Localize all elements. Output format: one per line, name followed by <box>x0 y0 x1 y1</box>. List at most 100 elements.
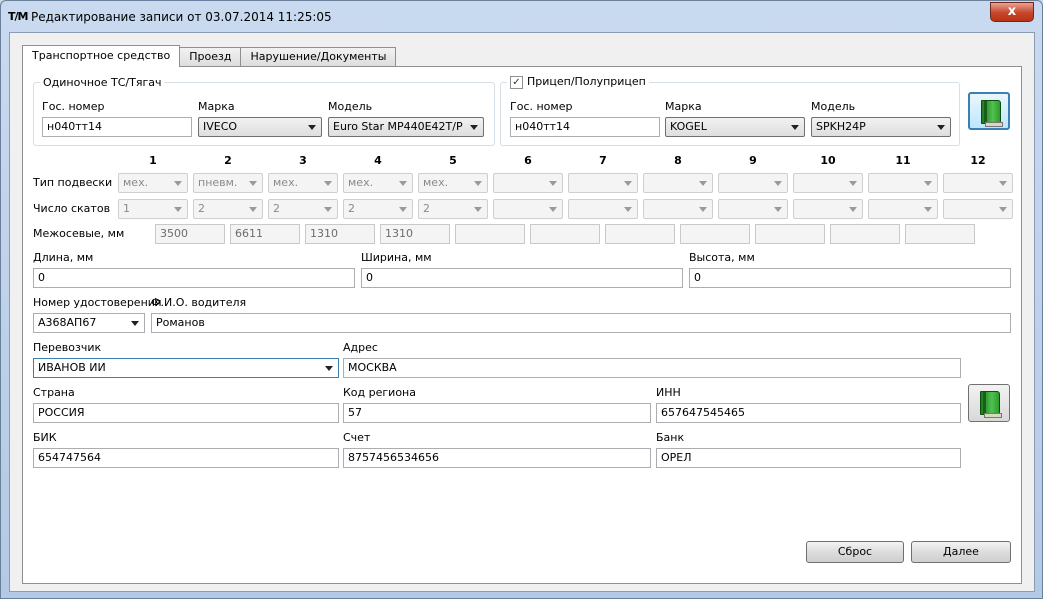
length-input[interactable]: 0 <box>33 268 355 288</box>
license-value: А368АП67 <box>38 316 97 329</box>
next-button[interactable]: Далее <box>911 541 1011 563</box>
axle-column-number: 8 <box>674 154 682 167</box>
axle-column-number: 4 <box>374 154 382 167</box>
carrier-value: ИВАНОВ ИИ <box>38 361 106 374</box>
axle-spacing-input[interactable] <box>755 224 825 244</box>
suspension-select[interactable]: мех. <box>343 173 413 193</box>
tractor-make-select[interactable]: IVECO <box>198 117 322 137</box>
chevron-down-icon <box>174 181 182 186</box>
wheels-select[interactable] <box>643 199 713 219</box>
tractor-plate-label: Гос. номер <box>42 100 105 113</box>
axle-spacing-input[interactable] <box>905 224 975 244</box>
tab-vehicle[interactable]: Транспортное средство <box>22 45 181 67</box>
chevron-down-icon <box>474 181 482 186</box>
inn-input[interactable]: 657647545465 <box>656 403 961 423</box>
wheels-select[interactable]: 2 <box>343 199 413 219</box>
carrier-select[interactable]: ИВАНОВ ИИ <box>33 358 339 378</box>
wheels-select[interactable]: 2 <box>268 199 338 219</box>
wheels-value: 2 <box>273 202 280 215</box>
wheels-select[interactable]: 2 <box>418 199 488 219</box>
wheels-select[interactable]: 1 <box>118 199 188 219</box>
suspension-value: мех. <box>123 176 149 189</box>
chevron-down-icon <box>849 181 857 186</box>
chevron-down-icon <box>325 366 333 371</box>
account-input[interactable]: 8757456534656 <box>343 448 651 468</box>
trailer-group-title-text: Прицеп/Полуприцеп <box>527 75 646 88</box>
carrier-directory-button[interactable] <box>968 384 1010 422</box>
address-input[interactable]: МОСКВА <box>343 358 961 378</box>
trailer-plate-input[interactable]: н040тт14 <box>510 117 660 137</box>
wheels-select[interactable] <box>493 199 563 219</box>
tractor-model-select[interactable]: Euro Star MP440E42T/P <box>328 117 484 137</box>
reset-button[interactable]: Сброс <box>806 541 904 563</box>
trailer-model-select[interactable]: SPKH24P <box>811 117 951 137</box>
axle-spacing-input[interactable]: 3500 <box>155 224 225 244</box>
suspension-select[interactable] <box>493 173 563 193</box>
title-bar: T/M Редактирование записи от 03.07.2014 … <box>1 1 1042 33</box>
chevron-down-icon <box>399 181 407 186</box>
wheels-value: 2 <box>423 202 430 215</box>
suspension-select[interactable] <box>943 173 1013 193</box>
license-select[interactable]: А368АП67 <box>33 313 145 333</box>
suspension-select[interactable] <box>868 173 938 193</box>
suspension-select[interactable] <box>643 173 713 193</box>
suspension-label: Тип подвески <box>33 176 113 189</box>
wheels-value: 1 <box>123 202 130 215</box>
trailer-make-select[interactable]: KOGEL <box>665 117 805 137</box>
trailer-model-value: SPKH24P <box>816 120 866 133</box>
tab-violation-documents[interactable]: Нарушение/Документы <box>240 47 397 67</box>
chevron-down-icon <box>774 181 782 186</box>
suspension-select[interactable]: мех. <box>418 173 488 193</box>
bank-input[interactable]: ОРЕЛ <box>656 448 961 468</box>
width-input[interactable]: 0 <box>361 268 683 288</box>
axle-spacing-input[interactable] <box>605 224 675 244</box>
axle-spacing-input[interactable]: 1310 <box>380 224 450 244</box>
suspension-value: мех. <box>273 176 299 189</box>
region-code-input[interactable]: 57 <box>343 403 651 423</box>
chevron-down-icon <box>549 181 557 186</box>
tractor-model-label: Модель <box>328 100 373 113</box>
suspension-select[interactable] <box>568 173 638 193</box>
bik-input[interactable]: 654747564 <box>33 448 339 468</box>
chevron-down-icon <box>249 181 257 186</box>
wheels-select[interactable] <box>943 199 1013 219</box>
chevron-down-icon <box>999 181 1007 186</box>
country-input[interactable]: РОССИЯ <box>33 403 339 423</box>
axle-spacing-input[interactable]: 1310 <box>305 224 375 244</box>
suspension-select[interactable]: мех. <box>118 173 188 193</box>
axle-column-number: 2 <box>224 154 232 167</box>
close-button[interactable]: x <box>990 2 1034 22</box>
tractor-plate-input[interactable]: н040тт14 <box>42 117 192 137</box>
vehicle-directory-button[interactable] <box>968 92 1010 130</box>
chevron-down-icon <box>937 125 945 130</box>
suspension-select[interactable] <box>793 173 863 193</box>
tractor-group-title: Одиночное ТС/Тягач <box>40 76 165 89</box>
axle-column-number: 6 <box>524 154 532 167</box>
height-input[interactable]: 0 <box>689 268 1011 288</box>
suspension-select[interactable]: мех. <box>268 173 338 193</box>
region-code-label: Код региона <box>343 386 416 399</box>
height-label: Высота, мм <box>689 251 755 264</box>
axle-spacing-input[interactable] <box>830 224 900 244</box>
tractor-group: Одиночное ТС/Тягач Гос. номер н040тт14 М… <box>33 76 495 146</box>
axle-spacing-input[interactable]: 6611 <box>230 224 300 244</box>
trailer-make-label: Марка <box>665 100 702 113</box>
chevron-down-icon <box>549 207 557 212</box>
axle-spacing-input[interactable] <box>530 224 600 244</box>
axle-column-number: 3 <box>299 154 307 167</box>
trailer-plate-label: Гос. номер <box>510 100 573 113</box>
axle-spacing-input[interactable] <box>680 224 750 244</box>
wheels-select[interactable] <box>868 199 938 219</box>
trailer-checkbox[interactable]: ✓ <box>510 76 523 89</box>
tab-passage[interactable]: Проезд <box>179 47 242 67</box>
wheels-select[interactable] <box>718 199 788 219</box>
wheels-select[interactable] <box>793 199 863 219</box>
wheels-select[interactable]: 2 <box>193 199 263 219</box>
suspension-select[interactable] <box>718 173 788 193</box>
wheels-select[interactable] <box>568 199 638 219</box>
trailer-make-value: KOGEL <box>670 120 707 133</box>
suspension-select[interactable]: пневм. <box>193 173 263 193</box>
chevron-down-icon <box>308 125 316 130</box>
axle-spacing-input[interactable] <box>455 224 525 244</box>
driver-name-input[interactable]: Романов <box>151 313 1011 333</box>
